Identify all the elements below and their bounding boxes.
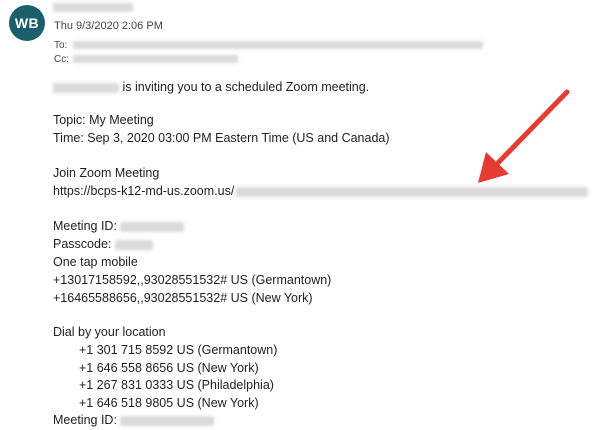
sender-name-redacted[interactable] [53,3,133,12]
cc-recipients-redacted[interactable] [72,55,238,64]
dial-number[interactable]: +1 646 518 9805 US (New York) [79,394,259,412]
cc-row: Cc: [54,54,238,65]
dial-number[interactable]: +1 646 558 8656 US (New York) [79,359,259,377]
meeting-id-redacted [120,221,185,232]
passcode-line: Passcode: [53,235,153,253]
inviter-name-redacted [53,82,119,93]
dial-number[interactable]: +1 301 715 8592 US (Germantown) [79,341,277,359]
meeting-time: Time: Sep 3, 2020 03:00 PM Eastern Time … [53,131,390,145]
meeting-id-line: Meeting ID: [53,217,185,235]
join-url-line[interactable]: https://bcps-k12-md-us.zoom.us/ [53,182,589,200]
meeting-id-label: Meeting ID: [53,219,117,233]
meeting-id-label-2: Meeting ID: [53,413,117,427]
meeting-topic: Topic: My Meeting [53,113,154,127]
one-tap-number[interactable]: +13017158592,,93028551532# US (Germantow… [53,271,331,289]
meeting-id-redacted-2 [120,415,215,426]
invite-text: is inviting you to a scheduled Zoom meet… [122,80,370,94]
one-tap-number[interactable]: +16465588656,,93028551532# US (New York) [53,289,313,307]
join-heading: Join Zoom Meeting [53,166,160,180]
passcode-label: Passcode: [53,237,112,251]
to-recipients-redacted[interactable] [72,41,483,50]
one-tap-heading: One tap mobile [53,255,138,269]
invite-line: is inviting you to a scheduled Zoom meet… [53,78,369,96]
to-label: To: [54,40,68,51]
cc-label: Cc: [54,54,69,65]
to-row: To: [54,40,483,51]
email-date: Thu 9/3/2020 2:06 PM [54,20,163,32]
dial-heading: Dial by your location [53,325,166,339]
join-url-redacted[interactable] [236,186,589,197]
dial-number[interactable]: +1 267 831 0333 US (Philadelphia) [79,376,274,394]
join-url-prefix[interactable]: https://bcps-k12-md-us.zoom.us/ [53,184,234,198]
passcode-redacted [114,239,153,250]
meeting-id-line-2: Meeting ID: [53,411,215,429]
sender-avatar[interactable]: WB [9,5,45,41]
